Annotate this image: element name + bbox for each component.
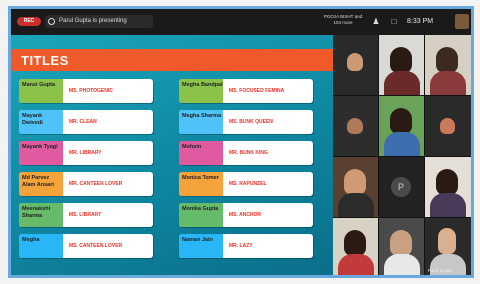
participant-tile[interactable] xyxy=(333,96,378,156)
student-name: Mansi Gupta xyxy=(19,79,63,103)
meeting-window: REC Parul Gupta is presenting POOJA BISH… xyxy=(8,6,474,278)
student-name: Mayank Tyagi xyxy=(19,141,63,165)
title-card: Mayank Dwivedi MR. CLEAN xyxy=(19,110,153,134)
award-title: MS. PHOTOGENIC xyxy=(69,88,113,94)
title-card: Monika Gupta MS. ANCHOR xyxy=(179,203,313,227)
title-card: Megha MS. CANTEEN LOVER xyxy=(19,234,153,258)
chat-icon[interactable]: □ xyxy=(389,17,399,26)
presenting-banner[interactable]: Parul Gupta is presenting xyxy=(45,15,153,28)
student-name: Meenakshi Sharma xyxy=(19,203,63,227)
participant-initial: P xyxy=(391,177,411,197)
participant-tile[interactable] xyxy=(333,218,378,275)
award-title: MR. CANTEEN LOVER xyxy=(69,181,123,187)
participant-tile[interactable]: P xyxy=(379,157,424,217)
title-card: Naman Jain MR. LAZY xyxy=(179,234,313,258)
student-name: Md Parvez Alam Ansari xyxy=(19,172,63,196)
title-card: Megha Sharma MS. BUNK QUEEN xyxy=(179,110,313,134)
participant-tile[interactable] xyxy=(425,96,471,156)
participant-tile[interactable] xyxy=(333,35,378,95)
award-title: MR. LIBRARY xyxy=(69,150,102,156)
participant-tile[interactable] xyxy=(379,35,424,95)
title-card: Mansi Gupta MS. PHOTOGENIC xyxy=(19,79,153,103)
meeting-info: POOJA BISHT and 104 more xyxy=(323,14,363,25)
student-name: Megha xyxy=(19,234,63,258)
student-name: Megha Bandpal xyxy=(179,79,223,103)
participant-grid: P Parul Gupta xyxy=(333,35,471,275)
top-bar: REC Parul Gupta is presenting POOJA BISH… xyxy=(11,9,471,35)
self-label: Parul Gupta xyxy=(428,268,453,273)
self-avatar[interactable] xyxy=(455,14,469,29)
award-title: MS. LIBRARY xyxy=(69,212,102,218)
student-name: Monica Tomer xyxy=(179,172,223,196)
participant-tile[interactable] xyxy=(425,157,471,217)
student-name: Monika Gupta xyxy=(179,203,223,227)
title-card: Meenakshi Sharma MS. LIBRARY xyxy=(19,203,153,227)
award-title: MS. BUNK QUEEN xyxy=(229,119,273,125)
presenting-text: Parul Gupta is presenting xyxy=(59,18,127,24)
award-title: MS. CANTEEN LOVER xyxy=(69,243,123,249)
award-title: MR. BUNK KING xyxy=(229,150,268,156)
student-name: Mayank Dwivedi xyxy=(19,110,63,134)
recording-badge: REC xyxy=(17,17,41,26)
award-title: MR. LAZY xyxy=(229,243,253,249)
clock: 8:33 PM xyxy=(407,18,434,25)
title-card: Md Parvez Alam Ansari MR. CANTEEN LOVER xyxy=(19,172,153,196)
slide-title-bar: TITLES xyxy=(11,49,333,71)
award-title: MS. FOCUSED FEMINA xyxy=(229,88,285,94)
people-icon[interactable]: ♟ xyxy=(371,17,381,26)
award-title: MS. RAPUNZEL xyxy=(229,181,267,187)
award-title: MR. CLEAN xyxy=(69,119,97,125)
title-card: Monica Tomer MS. RAPUNZEL xyxy=(179,172,313,196)
participant-tile[interactable] xyxy=(333,157,378,217)
title-card: Megha Bandpal MS. FOCUSED FEMINA xyxy=(179,79,313,103)
slide-title: TITLES xyxy=(21,53,69,68)
student-name: Mohsin xyxy=(179,141,223,165)
student-name: Megha Sharma xyxy=(179,110,223,134)
participant-tile[interactable] xyxy=(425,35,471,95)
participant-tile-speaking[interactable] xyxy=(379,96,424,156)
self-view-tile[interactable]: Parul Gupta xyxy=(425,218,471,275)
shared-slide: TITLES Mansi Gupta MS. PHOTOGENIC Mayank… xyxy=(11,35,333,275)
title-card: Mayank Tyagi MR. LIBRARY xyxy=(19,141,153,165)
title-card: Mohsin MR. BUNK KING xyxy=(179,141,313,165)
participant-tile[interactable] xyxy=(379,218,424,275)
award-title: MS. ANCHOR xyxy=(229,212,262,218)
screen-share-icon xyxy=(48,18,55,25)
student-name: Naman Jain xyxy=(179,234,223,258)
